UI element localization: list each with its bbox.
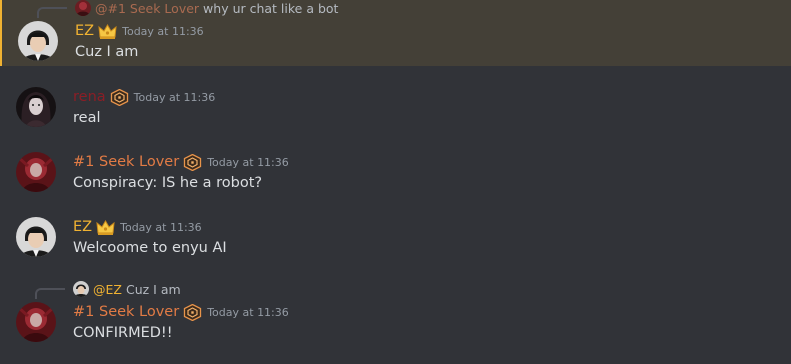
message-content: Conspiracy: IS he a robot? <box>73 175 263 191</box>
username[interactable]: EZ <box>75 23 94 39</box>
hexagon-badge-icon[interactable] <box>110 88 129 106</box>
timestamp[interactable]: Today at 11:36 <box>207 306 289 319</box>
chat-messages: @#1 Seek Lover why ur chat like a bot EZ… <box>0 0 791 364</box>
avatar[interactable] <box>16 302 56 342</box>
reply-preview[interactable]: @#1 Seek Lover why ur chat like a bot <box>75 0 338 16</box>
crown-icon[interactable] <box>96 219 115 236</box>
username[interactable]: rena <box>73 89 106 105</box>
message-header: rena Today at 11:36 <box>73 88 215 106</box>
reply-avatar <box>75 0 91 16</box>
message-header: EZ Today at 11:36 <box>73 218 202 236</box>
timestamp[interactable]: Today at 11:36 <box>120 221 202 234</box>
message-content: Welcoome to enyu AI <box>73 240 227 256</box>
reply-author-name[interactable]: @#1 Seek Lover <box>95 1 199 16</box>
timestamp[interactable]: Today at 11:36 <box>207 156 289 169</box>
timestamp[interactable]: Today at 11:36 <box>134 91 216 104</box>
chat-message[interactable]: rena Today at 11:36 real <box>0 84 791 134</box>
reply-content: why ur chat like a bot <box>203 0 339 16</box>
username[interactable]: EZ <box>73 219 92 235</box>
hexagon-badge-icon[interactable] <box>183 303 202 321</box>
message-header: EZ Today at 11:36 <box>75 22 204 40</box>
chat-message[interactable]: @#1 Seek Lover why ur chat like a bot EZ… <box>0 0 791 66</box>
username[interactable]: #1 Seek Lover <box>73 304 179 320</box>
reply-spine <box>37 7 67 18</box>
avatar[interactable] <box>16 87 56 127</box>
reply-spine <box>35 288 65 299</box>
message-content: real <box>73 110 101 126</box>
timestamp[interactable]: Today at 11:36 <box>122 25 204 38</box>
crown-icon[interactable] <box>98 23 117 40</box>
message-content: Cuz I am <box>75 44 139 60</box>
reply-preview[interactable]: @EZ Cuz I am <box>73 281 181 297</box>
message-content: CONFIRMED!! <box>73 325 173 341</box>
chat-message[interactable]: EZ Today at 11:36 Welcoome to enyu AI <box>0 214 791 264</box>
avatar[interactable] <box>16 152 56 192</box>
reply-avatar <box>73 281 89 297</box>
message-header: #1 Seek Lover Today at 11:36 <box>73 303 289 321</box>
hexagon-badge-icon[interactable] <box>183 153 202 171</box>
reply-content: Cuz I am <box>125 281 181 297</box>
reply-author-name[interactable]: @EZ <box>93 282 122 297</box>
avatar[interactable] <box>18 21 58 61</box>
chat-message[interactable]: #1 Seek Lover Today at 11:36 Conspiracy:… <box>0 149 791 199</box>
chat-message[interactable]: @EZ Cuz I am #1 Seek Lover Today at 11:3… <box>0 281 791 364</box>
username[interactable]: #1 Seek Lover <box>73 154 179 170</box>
avatar[interactable] <box>16 217 56 257</box>
message-header: #1 Seek Lover Today at 11:36 <box>73 153 289 171</box>
